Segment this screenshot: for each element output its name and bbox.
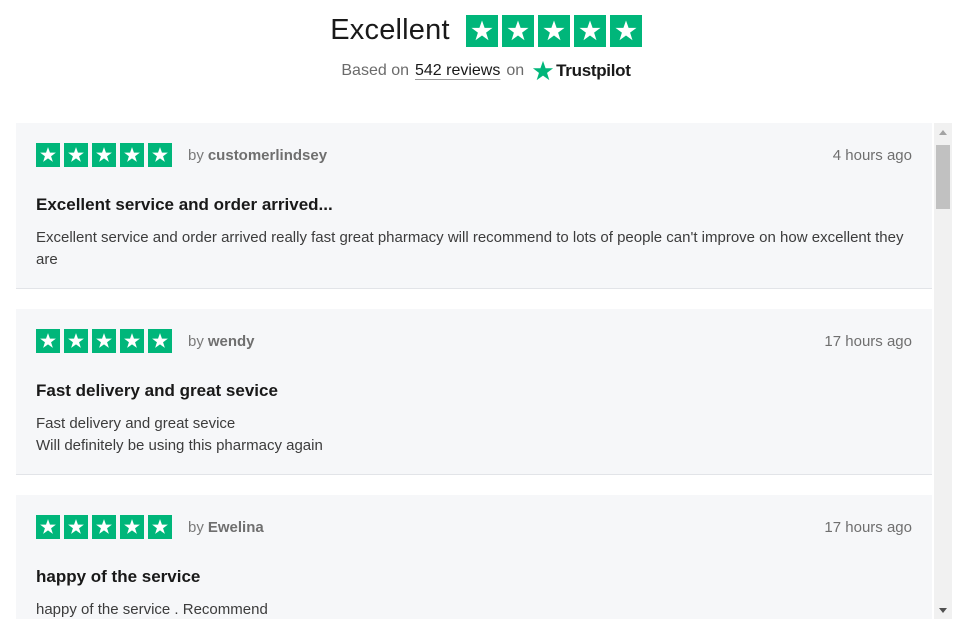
review-body: Fast delivery and great sevice Will defi… (36, 415, 323, 454)
star-icon (120, 329, 144, 353)
star-icon (92, 515, 116, 539)
review-count-link[interactable]: 542 reviews (415, 62, 500, 80)
star-icon (609, 14, 642, 47)
on-text: on (506, 62, 525, 79)
star-icon (573, 14, 606, 47)
review-time: 17 hours ago (824, 332, 912, 350)
review-byline: by Ewelina (188, 519, 264, 536)
star-icon (64, 143, 88, 167)
review-author: wendy (207, 332, 255, 350)
star-icon (36, 329, 60, 353)
overall-star-rating (465, 14, 642, 47)
trustpilot-header: Excellent Based on 542 reviews on Trustp… (0, 0, 972, 118)
star-icon (36, 143, 60, 167)
review-author: customerlindsey (207, 146, 328, 164)
star-icon (92, 329, 116, 353)
review-title: Excellent service and order arrived... (36, 195, 333, 214)
star-icon (64, 515, 88, 539)
review-time: 17 hours ago (824, 518, 912, 536)
review-byline: by customerlindsey (188, 147, 327, 164)
review-star-rating (36, 515, 172, 539)
trustpilot-logo[interactable]: Trustpilot (532, 60, 631, 82)
review-card: by Ewelina 17 hours ago happy of the serv… (16, 495, 932, 619)
review-body: Excellent service and order arrived real… (36, 229, 904, 268)
star-icon (148, 143, 172, 167)
star-icon (64, 329, 88, 353)
star-icon (92, 143, 116, 167)
review-star-rating (36, 143, 172, 167)
vertical-scrollbar[interactable] (934, 123, 952, 619)
star-icon (465, 14, 498, 47)
reviews-list[interactable]: by customerlindsey 4 hours ago Excellent … (16, 123, 952, 619)
scroll-down-arrow-icon[interactable] (934, 601, 952, 619)
review-byline: by wendy (188, 333, 255, 350)
review-star-rating (36, 329, 172, 353)
review-meta: by Ewelina 17 hours ago (36, 515, 912, 539)
review-title: Fast delivery and great sevice (36, 381, 278, 400)
trustpilot-name: Trustpilot (556, 61, 631, 80)
star-icon (120, 515, 144, 539)
review-author: Ewelina (207, 518, 264, 536)
review-card: by wendy 17 hours ago Fast delivery and g… (16, 309, 932, 475)
star-icon (148, 329, 172, 353)
star-icon (36, 515, 60, 539)
scrollbar-thumb[interactable] (936, 145, 950, 209)
based-on-line: Based on 542 reviews on Trustpilot (0, 60, 972, 82)
scroll-up-arrow-icon[interactable] (934, 123, 952, 141)
by-label: by (188, 146, 204, 164)
star-icon (148, 515, 172, 539)
review-body: happy of the service . Recommend (36, 601, 268, 618)
rating-summary: Excellent (0, 14, 972, 47)
star-icon (501, 14, 534, 47)
by-label: by (188, 332, 204, 350)
review-title: happy of the service (36, 567, 201, 586)
review-time: 4 hours ago (832, 146, 912, 164)
star-icon (120, 143, 144, 167)
review-card: by customerlindsey 4 hours ago Excellent … (16, 123, 932, 289)
rating-word: Excellent (330, 14, 450, 46)
based-on-text: Based on (341, 62, 409, 79)
review-meta: by wendy 17 hours ago (36, 329, 912, 353)
by-label: by (188, 518, 204, 536)
trustpilot-star-icon (533, 60, 554, 81)
star-icon (537, 14, 570, 47)
review-meta: by customerlindsey 4 hours ago (36, 143, 912, 167)
